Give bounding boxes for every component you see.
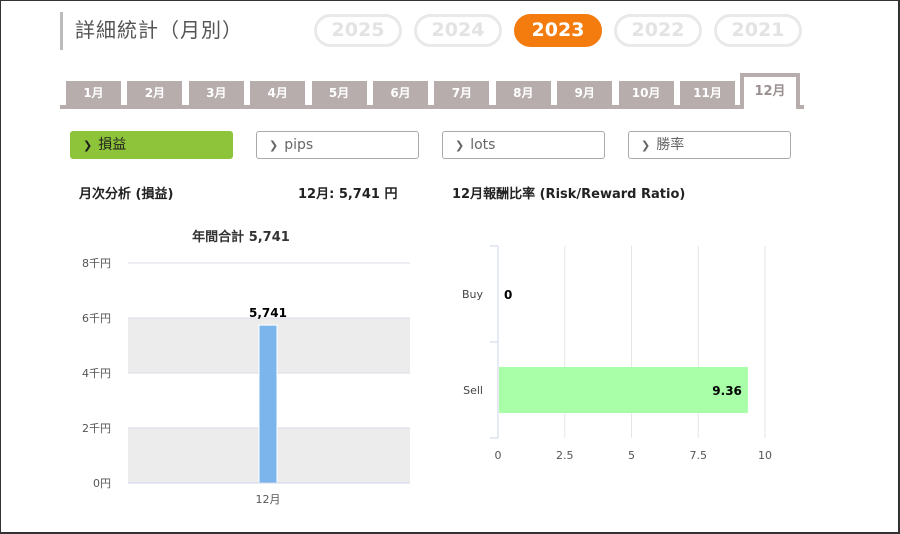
page-header: 詳細統計（月別） [60, 12, 243, 50]
x-tick-label: 0 [495, 449, 502, 462]
metric-label: 勝率 [656, 137, 685, 153]
metric-label: lots [470, 137, 496, 153]
bar-data-label: 9.36 [712, 384, 742, 398]
y-category-label: Buy [462, 288, 484, 301]
month-tabs: 1月 2月 3月 4月 5月 6月 7月 8月 9月 10月 11月 12月 [60, 73, 804, 109]
y-category-label: Sell [463, 384, 483, 397]
metric-button-pnl[interactable]: ❯ 損益 [70, 131, 233, 159]
month-tab-4[interactable]: 4月 [250, 81, 306, 105]
y-tick-label: 2千円 [82, 422, 111, 435]
chevron-right-icon: ❯ [641, 139, 651, 152]
monthly-summary: 12月: 5,741 円 [298, 187, 398, 202]
month-tab-2[interactable]: 2月 [127, 81, 183, 105]
metric-button-pips[interactable]: ❯ pips [256, 131, 419, 159]
month-tab-12[interactable]: 12月 [740, 73, 800, 109]
year-button-2024[interactable]: 2024 [414, 14, 502, 47]
y-tick-label: 6千円 [82, 312, 111, 325]
year-button-2021[interactable]: 2021 [714, 14, 802, 47]
month-tab-6[interactable]: 6月 [373, 81, 428, 105]
month-tab-11[interactable]: 11月 [680, 81, 735, 105]
month-tab-3[interactable]: 3月 [188, 81, 244, 105]
page-title: 詳細統計（月別） [75, 18, 243, 42]
metric-button-lots[interactable]: ❯ lots [442, 131, 605, 159]
monthly-pnl-chart: 0円 2千円 4千円 6千円 8千円 年間合計 5,741 5,741 12月 [82, 229, 410, 506]
month-tab-5[interactable]: 5月 [311, 81, 367, 105]
chevron-right-icon: ❯ [269, 139, 279, 152]
y-tick-label: 4千円 [82, 367, 111, 380]
bar-data-label: 5,741 [249, 306, 287, 320]
bar-sell[interactable] [499, 367, 748, 413]
risk-reward-chart: 0 2.5 5 7.5 10 Buy 0 Sell 9.36 [462, 245, 772, 462]
chevron-right-icon: ❯ [83, 139, 93, 152]
month-tab-10[interactable]: 10月 [618, 81, 674, 105]
y-tick-label: 0円 [93, 477, 111, 490]
x-tick-label: 12月 [256, 493, 281, 506]
year-button-2022[interactable]: 2022 [614, 14, 702, 47]
x-tick-label: 10 [758, 449, 772, 462]
left-panel-title: 月次分析 (損益) [79, 187, 174, 202]
chart-title: 年間合計 5,741 [192, 229, 290, 245]
chevron-right-icon: ❯ [455, 139, 465, 152]
metric-button-win-rate[interactable]: ❯ 勝率 [628, 131, 791, 159]
month-tab-8[interactable]: 8月 [495, 81, 551, 105]
x-tick-label: 5 [628, 449, 635, 462]
month-tab-9[interactable]: 9月 [557, 81, 613, 105]
bar-data-label: 0 [504, 288, 512, 302]
bar-0[interactable] [258, 324, 278, 484]
year-button-2023[interactable]: 2023 [514, 14, 602, 47]
month-tab-7[interactable]: 7月 [434, 81, 490, 105]
metric-label: 損益 [98, 137, 127, 153]
right-panel-title: 12月報酬比率 (Risk/Reward Ratio) [452, 187, 686, 202]
metric-label: pips [284, 137, 314, 153]
x-tick-label: 2.5 [556, 449, 574, 462]
year-button-2025[interactable]: 2025 [314, 14, 402, 47]
year-selector: 2025 2024 2023 2022 2021 [314, 14, 814, 48]
y-tick-label: 8千円 [82, 257, 111, 270]
month-tab-1[interactable]: 1月 [66, 81, 121, 105]
x-tick-label: 7.5 [690, 449, 708, 462]
